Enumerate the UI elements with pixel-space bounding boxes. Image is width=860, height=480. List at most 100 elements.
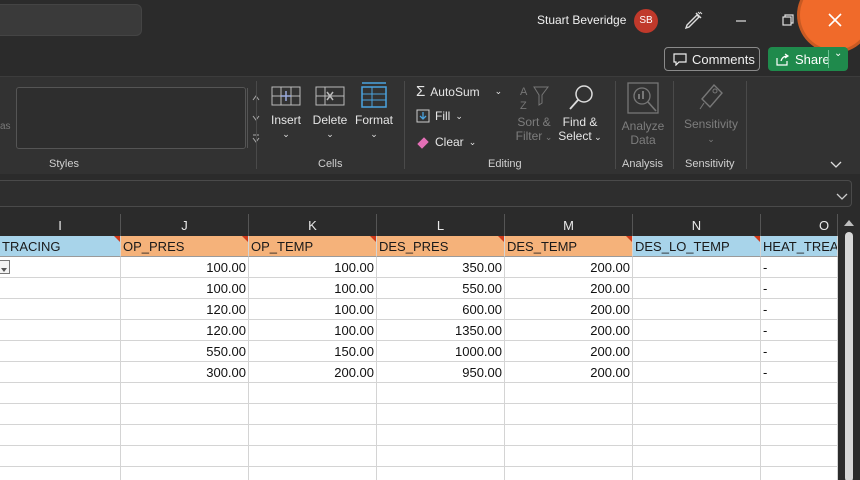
column-header-l[interactable]: L <box>377 214 505 236</box>
table-cell[interactable]: 100.00 <box>249 257 377 278</box>
table-cell[interactable]: - <box>761 341 838 362</box>
gallery-down-arrow[interactable] <box>247 108 263 128</box>
table-cell[interactable]: 950.00 <box>377 362 505 383</box>
format-button[interactable]: Format ⌄ <box>353 81 395 140</box>
restore-button[interactable] <box>774 9 802 33</box>
table-cell[interactable] <box>0 341 121 362</box>
table-cell[interactable]: 100.00 <box>249 320 377 341</box>
table-cell[interactable] <box>505 404 633 425</box>
gallery-more-arrow[interactable] <box>247 128 263 148</box>
table-cell[interactable]: 200.00 <box>505 341 633 362</box>
close-button[interactable] <box>800 0 860 50</box>
column-header-j[interactable]: J <box>121 214 249 236</box>
fill-button[interactable]: Fill ⌄ <box>416 109 463 123</box>
share-button[interactable]: Share ⌄ <box>768 47 848 71</box>
table-cell[interactable] <box>761 446 838 467</box>
comments-button[interactable]: Comments <box>664 47 760 71</box>
delete-button[interactable]: Delete ⌄ <box>310 83 350 140</box>
table-cell[interactable] <box>0 467 121 480</box>
table-cell[interactable]: 200.00 <box>505 257 633 278</box>
table-cell[interactable] <box>249 467 377 480</box>
header-cell[interactable]: DES_TEMP <box>505 236 633 257</box>
vertical-scrollbar[interactable] <box>843 218 854 480</box>
clear-button[interactable]: Clear ⌄ <box>416 135 476 149</box>
table-cell[interactable] <box>121 425 249 446</box>
table-cell[interactable] <box>121 404 249 425</box>
table-cell[interactable] <box>761 467 838 480</box>
minimize-button[interactable] <box>727 9 755 33</box>
table-cell[interactable] <box>377 383 505 404</box>
table-cell[interactable] <box>761 425 838 446</box>
table-cell[interactable] <box>0 362 121 383</box>
table-cell[interactable] <box>121 446 249 467</box>
table-cell[interactable] <box>761 383 838 404</box>
search-box[interactable] <box>0 4 142 36</box>
table-cell[interactable] <box>0 446 121 467</box>
table-cell[interactable]: 100.00 <box>121 257 249 278</box>
table-cell[interactable] <box>377 467 505 480</box>
table-cell[interactable] <box>633 320 761 341</box>
table-cell[interactable] <box>633 341 761 362</box>
table-cell[interactable] <box>249 446 377 467</box>
table-cell[interactable] <box>633 404 761 425</box>
chevron-down-icon[interactable]: ⌄ <box>834 48 842 59</box>
header-cell[interactable]: HEAT_TREA <box>761 236 838 257</box>
table-cell[interactable] <box>505 383 633 404</box>
table-cell[interactable] <box>633 446 761 467</box>
table-cell[interactable]: 350.00 <box>377 257 505 278</box>
table-cell[interactable] <box>0 299 121 320</box>
table-cell[interactable] <box>0 320 121 341</box>
pen-icon[interactable] <box>681 9 705 33</box>
table-cell[interactable] <box>633 299 761 320</box>
table-cell[interactable] <box>377 404 505 425</box>
table-cell[interactable] <box>0 404 121 425</box>
analyze-data-button[interactable]: Analyze Data <box>618 81 668 147</box>
table-cell[interactable] <box>505 425 633 446</box>
cell-styles-gallery[interactable] <box>16 87 260 149</box>
scrollbar-thumb[interactable] <box>845 232 853 480</box>
table-cell[interactable] <box>249 404 377 425</box>
table-cell[interactable] <box>0 278 121 299</box>
table-cell[interactable] <box>121 383 249 404</box>
table-cell[interactable] <box>377 446 505 467</box>
table-cell[interactable] <box>633 278 761 299</box>
table-cell[interactable] <box>633 467 761 480</box>
table-cell[interactable] <box>0 257 121 278</box>
header-cell[interactable]: TRACING <box>0 236 121 257</box>
table-cell[interactable]: 550.00 <box>121 341 249 362</box>
scroll-up-arrow[interactable] <box>844 220 854 226</box>
dropdown-arrow-icon[interactable] <box>0 260 10 274</box>
sort-filter-button[interactable]: AZ Sort & Filter ⌄ <box>512 83 556 143</box>
table-cell[interactable]: - <box>761 320 838 341</box>
user-avatar[interactable]: SB <box>634 9 658 33</box>
expand-formula-bar-button[interactable] <box>836 189 848 207</box>
table-cell[interactable] <box>505 446 633 467</box>
table-cell[interactable]: - <box>761 362 838 383</box>
table-cell[interactable] <box>249 425 377 446</box>
table-cell[interactable] <box>0 425 121 446</box>
table-cell[interactable]: 200.00 <box>505 320 633 341</box>
table-cell[interactable] <box>633 362 761 383</box>
table-cell[interactable]: - <box>761 299 838 320</box>
table-cell[interactable]: 300.00 <box>121 362 249 383</box>
column-header-o[interactable]: O <box>761 214 838 236</box>
table-cell[interactable]: 100.00 <box>121 278 249 299</box>
user-name[interactable]: Stuart Beveridge <box>537 13 626 27</box>
column-header-n[interactable]: N <box>633 214 761 236</box>
table-cell[interactable] <box>377 425 505 446</box>
table-cell[interactable]: 200.00 <box>505 299 633 320</box>
table-cell[interactable] <box>633 425 761 446</box>
gallery-up-arrow[interactable] <box>247 88 263 108</box>
table-cell[interactable]: 1000.00 <box>377 341 505 362</box>
table-cell[interactable]: 200.00 <box>505 362 633 383</box>
table-cell[interactable] <box>505 467 633 480</box>
header-cell[interactable]: DES_LO_TEMP <box>633 236 761 257</box>
table-cell[interactable]: 600.00 <box>377 299 505 320</box>
column-header-k[interactable]: K <box>249 214 377 236</box>
table-cell[interactable] <box>633 383 761 404</box>
table-cell[interactable]: 100.00 <box>249 299 377 320</box>
header-cell[interactable]: DES_PRES <box>377 236 505 257</box>
table-cell[interactable]: 1350.00 <box>377 320 505 341</box>
table-cell[interactable] <box>121 467 249 480</box>
collapse-ribbon-button[interactable] <box>829 157 843 175</box>
